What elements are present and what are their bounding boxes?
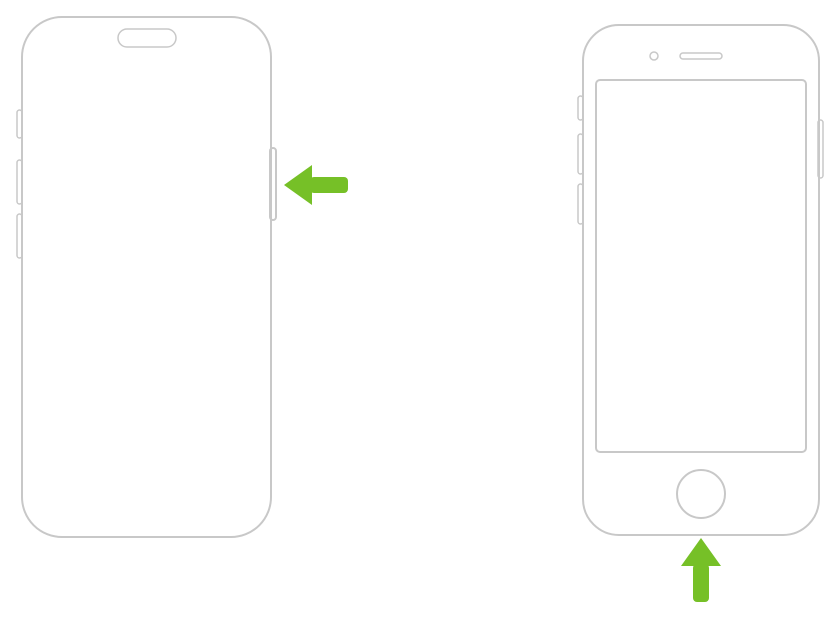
volume-up: [17, 160, 22, 204]
volume-down: [17, 214, 22, 258]
notch: [118, 29, 176, 47]
faceid-iphone: [17, 17, 276, 537]
side-button: [818, 120, 823, 178]
diagram-canvas: [0, 0, 835, 633]
mute-switch: [17, 110, 22, 138]
phone-body: [583, 25, 819, 535]
volume-down: [578, 184, 583, 224]
volume-up: [578, 134, 583, 174]
phone-body: [22, 17, 271, 537]
home-button-iphone: [578, 25, 823, 535]
arrow-to-side-button: [284, 165, 348, 205]
side-button: [270, 148, 276, 220]
earpiece: [680, 53, 722, 59]
mute-switch: [578, 96, 583, 120]
home-button: [677, 470, 725, 518]
screen: [596, 80, 806, 452]
front-camera: [650, 52, 658, 60]
arrow-to-home-button: [681, 538, 721, 602]
phones-svg: [0, 0, 835, 633]
